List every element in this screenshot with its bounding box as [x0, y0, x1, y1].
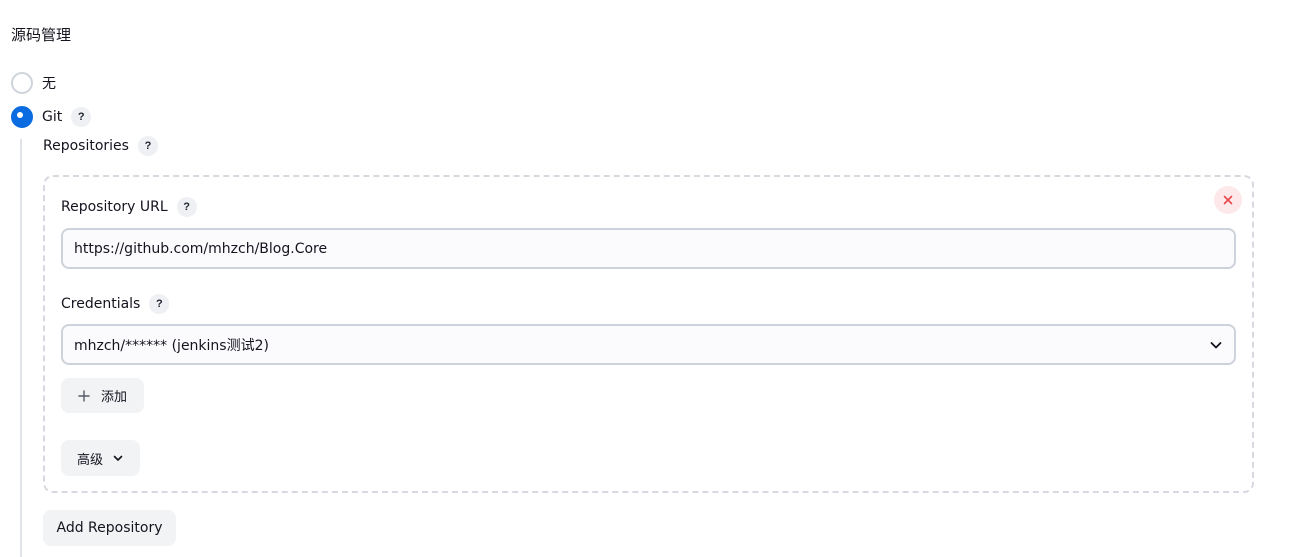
scm-option-git[interactable]: Git ? [11, 106, 92, 128]
repository-url-label: Repository URL [61, 199, 168, 215]
add-credentials-label: 添加 [100, 390, 127, 405]
git-section-divider [20, 139, 22, 557]
credentials-header: Credentials ? [61, 294, 170, 314]
plus-icon [78, 389, 90, 402]
chevron-down-icon [113, 455, 123, 461]
repositories-help-icon[interactable]: ? [137, 136, 158, 156]
section-title: 源码管理 [11, 26, 72, 44]
advanced-button[interactable]: 高级 [61, 440, 140, 476]
close-icon [1223, 195, 1233, 205]
scm-option-none-label: 无 [42, 76, 56, 92]
credentials-selected-value: mhzch/****** (jenkins测试2) [74, 337, 269, 354]
add-repository-label: Add Repository [56, 520, 163, 536]
repository-url-help-icon[interactable]: ? [176, 197, 197, 217]
credentials-help-icon[interactable]: ? [149, 294, 170, 314]
add-credentials-button[interactable]: 添加 [61, 378, 144, 413]
git-help-icon[interactable]: ? [71, 107, 92, 127]
repository-url-input[interactable] [61, 228, 1236, 269]
close-repository-button[interactable] [1214, 186, 1242, 214]
repository-url-header: Repository URL ? [61, 197, 197, 217]
radio-none[interactable] [11, 72, 33, 94]
advanced-label: 高级 [76, 452, 103, 468]
add-repository-button[interactable]: Add Repository [43, 510, 176, 546]
radio-git[interactable] [11, 106, 33, 128]
credentials-select[interactable]: mhzch/****** (jenkins测试2) [61, 324, 1236, 365]
scm-option-git-label: Git [42, 109, 63, 125]
chevron-down-icon [1210, 341, 1222, 348]
credentials-label: Credentials [61, 296, 141, 312]
repositories-label: Repositories [43, 138, 129, 154]
repositories-header: Repositories ? [43, 136, 158, 156]
scm-option-none[interactable]: 无 [11, 72, 56, 94]
